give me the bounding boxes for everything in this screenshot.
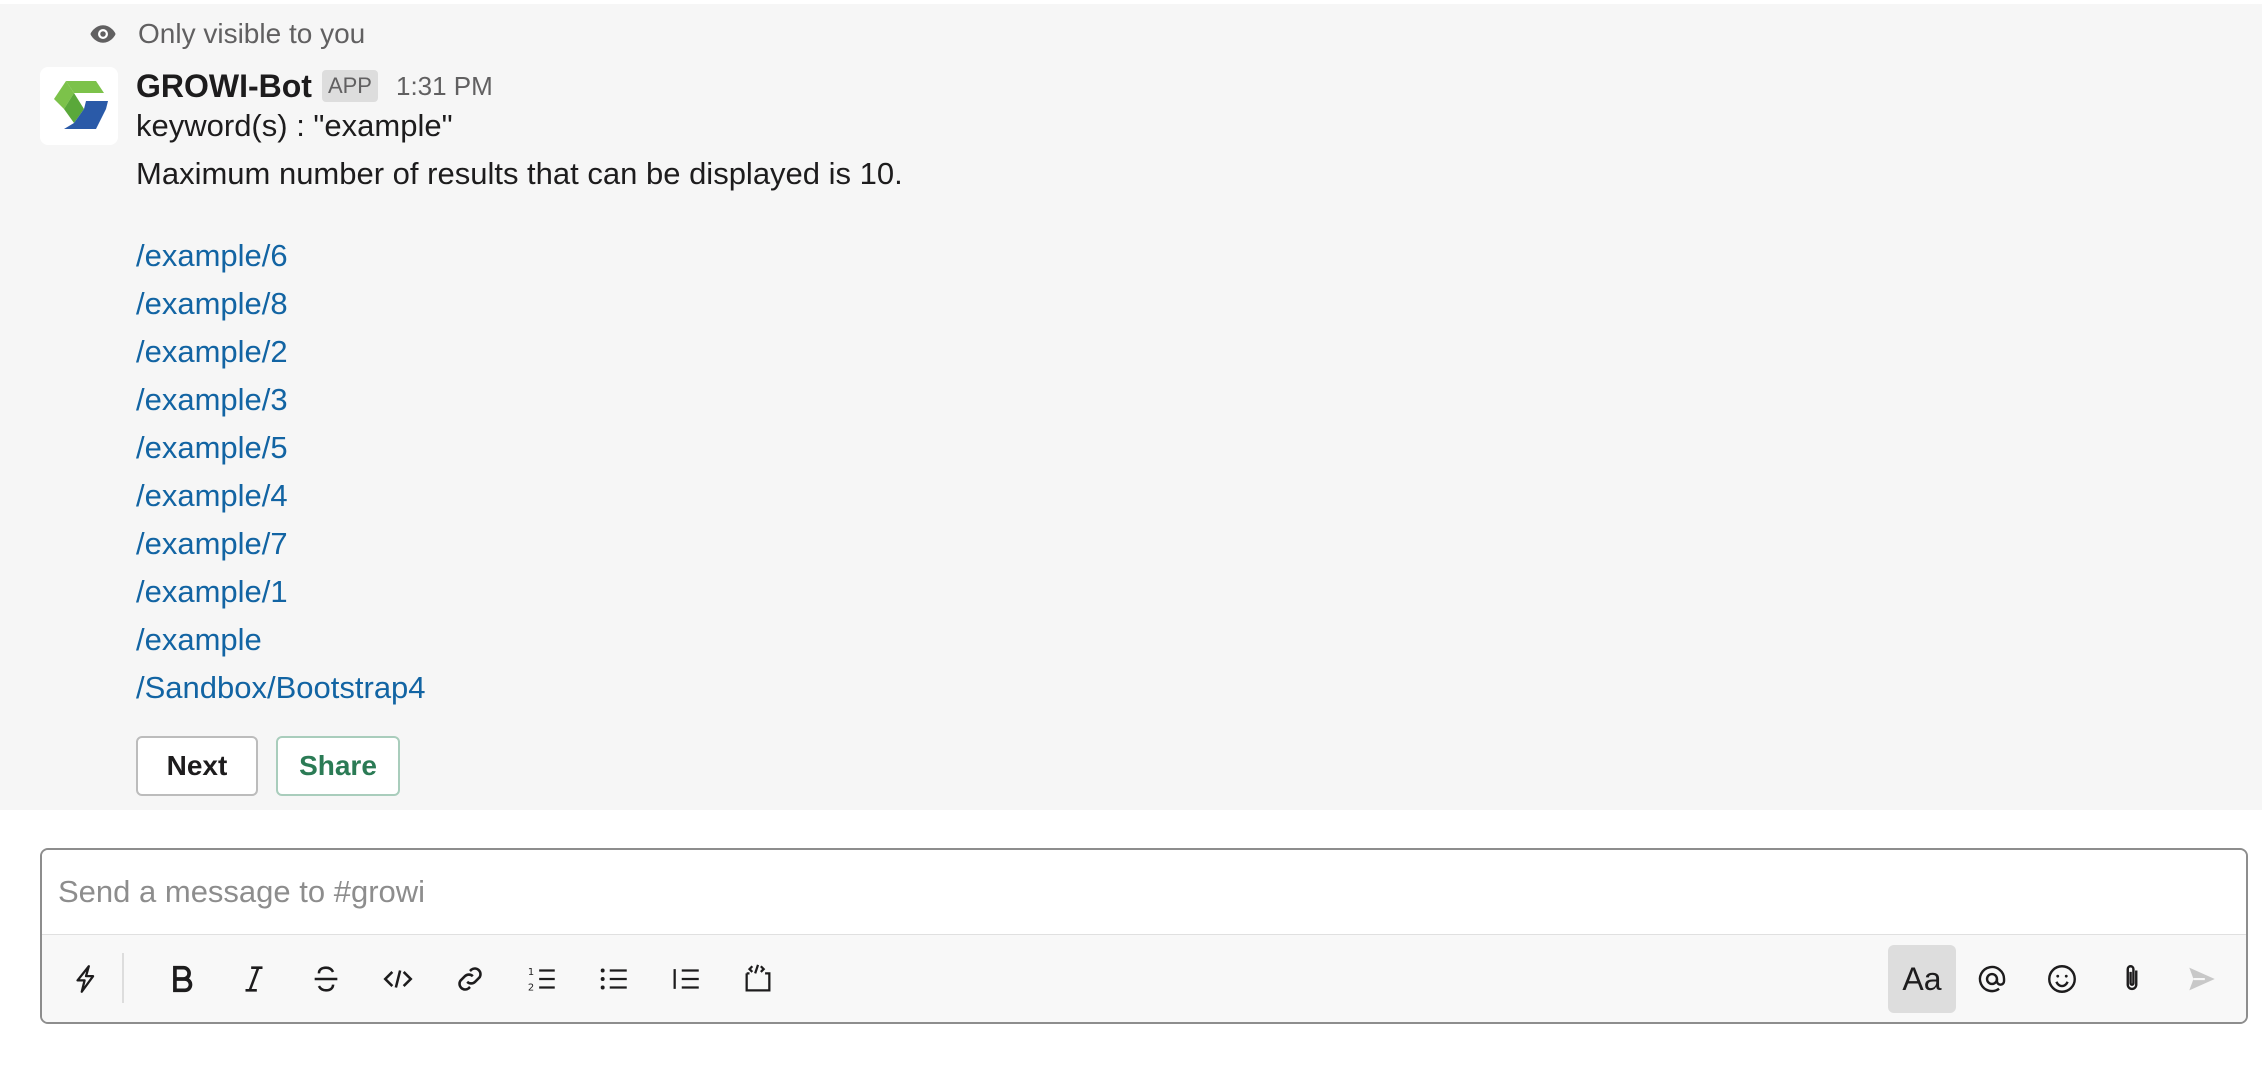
emoji-button[interactable] — [2028, 945, 2096, 1013]
eye-icon — [90, 25, 116, 43]
result-item: /Sandbox/Bootstrap4 — [136, 664, 426, 712]
result-link[interactable]: /example/3 — [136, 382, 288, 417]
result-link[interactable]: /example/5 — [136, 430, 288, 465]
bold-icon — [173, 965, 193, 993]
result-link[interactable]: /example/2 — [136, 334, 288, 369]
italic-button[interactable] — [220, 945, 288, 1013]
keyword-line: keyword(s) : "example" — [136, 108, 453, 143]
italic-icon — [245, 966, 263, 992]
attachment-button[interactable] — [2098, 945, 2166, 1013]
code-block-button[interactable] — [724, 945, 792, 1013]
bold-button[interactable] — [148, 945, 216, 1013]
link-icon — [458, 967, 482, 991]
result-item: /example/8 — [136, 280, 426, 328]
message-header: GROWI-Bot APP 1:31 PM — [136, 64, 493, 108]
ordered-list-button[interactable]: 1 2 — [508, 945, 576, 1013]
strikethrough-button[interactable] — [292, 945, 360, 1013]
emoji-icon — [2048, 965, 2076, 993]
result-link[interactable]: /example/1 — [136, 574, 288, 609]
next-button[interactable]: Next — [136, 736, 258, 796]
ephemeral-notice: Only visible to you — [88, 18, 365, 50]
share-button[interactable]: Share — [276, 736, 400, 796]
max-results-line: Maximum number of results that can be di… — [136, 156, 903, 191]
result-item: /example/2 — [136, 328, 426, 376]
svg-text:1: 1 — [528, 967, 534, 978]
bulleted-list-icon — [600, 968, 627, 990]
bot-avatar[interactable] — [40, 67, 118, 145]
bot-name[interactable]: GROWI-Bot — [136, 68, 312, 105]
message-area: Only visible to you GROWI-Bot APP 1:31 P… — [0, 4, 2262, 810]
result-item: /example — [136, 616, 426, 664]
ordered-list-icon: 1 2 — [528, 967, 555, 993]
blockquote-icon — [673, 969, 699, 989]
toolbar-divider — [122, 953, 124, 1003]
search-results-list: /example/6 /example/8 /example/2 /exampl… — [136, 232, 426, 712]
result-item: /example/7 — [136, 520, 426, 568]
strikethrough-icon — [314, 966, 338, 992]
svg-text:2: 2 — [528, 982, 534, 993]
result-item: /example/4 — [136, 472, 426, 520]
result-link[interactable]: /example/7 — [136, 526, 288, 561]
formatting-aa-icon: Aa — [1902, 960, 1942, 997]
blockquote-button[interactable] — [652, 945, 720, 1013]
send-icon — [2189, 967, 2215, 991]
shortcuts-lightning-icon — [76, 965, 95, 993]
result-item: /example/1 — [136, 568, 426, 616]
result-item: /example/5 — [136, 424, 426, 472]
shortcuts-button[interactable] — [52, 945, 120, 1013]
ephemeral-notice-text: Only visible to you — [138, 18, 366, 49]
attachment-icon — [2126, 965, 2138, 991]
send-button[interactable] — [2168, 945, 2236, 1013]
result-link[interactable]: /Sandbox/Bootstrap4 — [136, 670, 426, 705]
result-link[interactable]: /example/6 — [136, 238, 288, 273]
mention-button[interactable] — [1958, 945, 2026, 1013]
result-link[interactable]: /example/4 — [136, 478, 288, 513]
link-button[interactable] — [436, 945, 504, 1013]
result-link[interactable]: /example/8 — [136, 286, 288, 321]
message-input[interactable] — [42, 850, 2246, 934]
code-icon — [383, 970, 413, 988]
code-button[interactable] — [364, 945, 432, 1013]
formatting-toggle-button[interactable]: Aa — [1888, 945, 1956, 1013]
mention-icon — [1978, 965, 2006, 993]
code-block-icon — [745, 964, 771, 992]
app-badge: APP — [321, 70, 378, 102]
growi-logo-icon — [54, 81, 108, 129]
bulleted-list-button[interactable] — [580, 945, 648, 1013]
composer-toolbar: 1 2 Aa — [42, 934, 2246, 1022]
message-timestamp[interactable]: 1:31 PM — [396, 71, 493, 102]
result-item: /example/3 — [136, 376, 426, 424]
result-link[interactable]: /example — [136, 622, 262, 657]
result-item: /example/6 — [136, 232, 426, 280]
message-composer: 1 2 Aa — [40, 848, 2248, 1024]
